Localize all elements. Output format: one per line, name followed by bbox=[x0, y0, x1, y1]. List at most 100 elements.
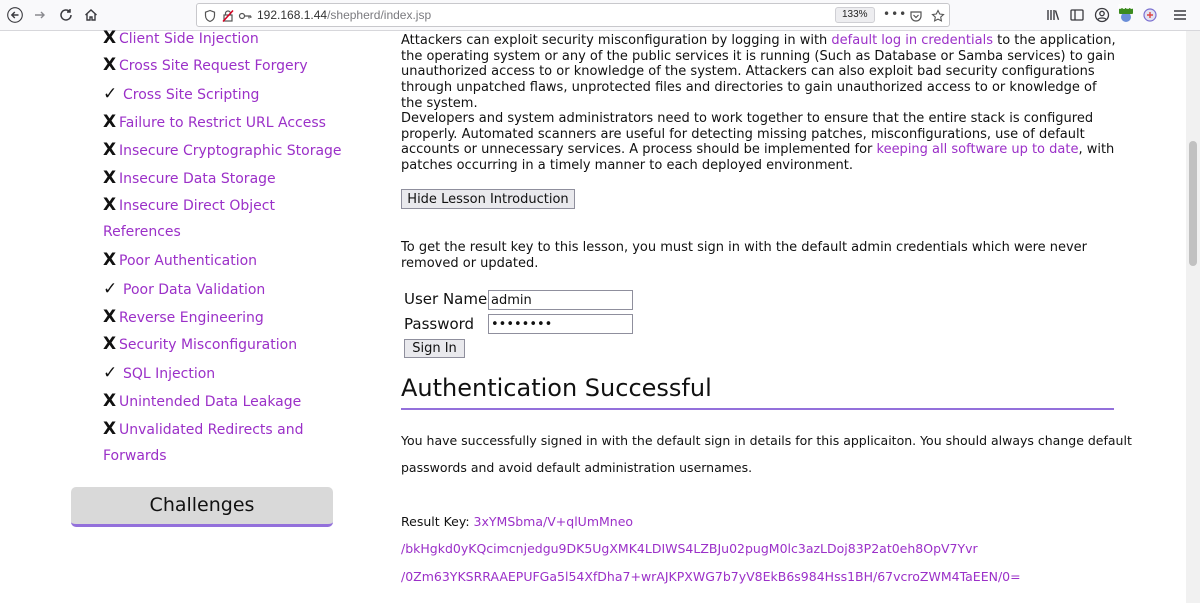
lesson-item-reverse-eng[interactable]: X Reverse Engineering bbox=[103, 304, 264, 332]
challenges-button[interactable]: Challenges bbox=[71, 487, 333, 527]
lesson-link-continued[interactable]: References bbox=[103, 224, 181, 240]
page-scrollbar[interactable] bbox=[1186, 31, 1200, 603]
lesson-item-sqli[interactable]: ✓ SQL Injection bbox=[103, 360, 215, 388]
task-instructions: To get the result key to this lesson, yo… bbox=[401, 240, 1088, 271]
proxy-extension-button[interactable]: 8080 bbox=[1114, 3, 1138, 27]
completed-check-icon: ✓ bbox=[103, 363, 118, 383]
extension-button[interactable] bbox=[1138, 3, 1162, 27]
lesson-item-redirects[interactable]: X Unvalidated Redirects and bbox=[103, 416, 304, 444]
failed-cross-icon: X bbox=[103, 55, 117, 75]
failed-cross-icon: X bbox=[103, 334, 117, 354]
zoom-indicator[interactable]: 133% bbox=[835, 7, 875, 23]
default-credentials-link[interactable]: default log in credentials bbox=[831, 33, 993, 48]
result-heading: Authentication Successful bbox=[401, 374, 1114, 410]
lesson-item-client-side-injection[interactable]: X Client Side Injection bbox=[103, 25, 259, 53]
failed-cross-icon: X bbox=[103, 250, 117, 270]
account-button[interactable] bbox=[1090, 3, 1114, 27]
lesson-intro-paragraph-1: Attackers can exploit security misconfig… bbox=[401, 33, 1116, 112]
url-path: /shepherd/index.jsp bbox=[327, 8, 432, 22]
lesson-item-redirects-cont[interactable]: Forwards bbox=[103, 443, 167, 470]
shield-icon[interactable] bbox=[203, 8, 217, 23]
result-key-value-line-2[interactable]: /bkHgkd0yKQcimcnjedgu9DK5UgXMK4LDIWS4LZB… bbox=[401, 541, 978, 556]
result-message-line-2: passwords and avoid default administrati… bbox=[401, 460, 753, 475]
completed-check-icon: ✓ bbox=[103, 84, 118, 104]
password-input[interactable] bbox=[488, 314, 633, 334]
url-host: 192.168.1.44 bbox=[257, 8, 328, 22]
intro-text: Attackers can exploit security misconfig… bbox=[401, 33, 832, 48]
library-button[interactable] bbox=[1041, 3, 1065, 27]
failed-cross-icon: X bbox=[103, 112, 117, 132]
forward-arrow-icon bbox=[35, 11, 45, 19]
bookmark-star-icon[interactable] bbox=[931, 8, 945, 22]
account-icon bbox=[1094, 7, 1110, 23]
lesson-link-continued[interactable]: Forwards bbox=[103, 448, 167, 464]
lesson-link[interactable]: Poor Data Validation bbox=[123, 282, 265, 298]
lesson-item-data-storage[interactable]: X Insecure Data Storage bbox=[103, 165, 276, 193]
home-button[interactable] bbox=[79, 3, 103, 27]
sign-in-button[interactable]: Sign In bbox=[404, 339, 465, 358]
reload-button[interactable] bbox=[54, 3, 78, 27]
hamburger-menu-icon bbox=[1174, 10, 1186, 20]
extension-icon bbox=[1143, 8, 1157, 22]
lesson-item-idor[interactable]: X Insecure Direct Object bbox=[103, 192, 275, 220]
lesson-link[interactable]: Security Misconfiguration bbox=[119, 337, 297, 353]
back-arrow-icon bbox=[7, 7, 23, 23]
lesson-link[interactable]: Client Side Injection bbox=[119, 31, 259, 47]
failed-cross-icon: X bbox=[103, 140, 117, 160]
failed-cross-icon: X bbox=[103, 419, 117, 439]
more-actions-icon[interactable]: ••• bbox=[883, 7, 906, 21]
sidebar-icon bbox=[1070, 9, 1084, 21]
result-key-value-line-3[interactable]: /0Zm63YKSRRAAEPUFGa5l54XfDha7+wrAJKPXWG7… bbox=[401, 569, 1021, 584]
lesson-link[interactable]: Cross Site Scripting bbox=[123, 87, 259, 103]
lesson-item-xss[interactable]: ✓ Cross Site Scripting bbox=[103, 81, 259, 109]
password-label: Password bbox=[404, 315, 475, 333]
lesson-item-data-validation[interactable]: ✓ Poor Data Validation bbox=[103, 276, 265, 304]
pocket-icon[interactable] bbox=[909, 8, 923, 22]
sidebar-toggle-button[interactable] bbox=[1065, 3, 1089, 27]
lesson-link[interactable]: SQL Injection bbox=[123, 366, 215, 382]
lesson-link[interactable]: Insecure Cryptographic Storage bbox=[119, 143, 342, 159]
completed-check-icon: ✓ bbox=[103, 279, 118, 299]
lesson-link[interactable]: Unvalidated Redirects and bbox=[119, 422, 304, 438]
lesson-item-url-access[interactable]: X Failure to Restrict URL Access bbox=[103, 109, 326, 137]
insecure-lock-icon[interactable] bbox=[221, 8, 235, 23]
proxy-port-badge: 8080 bbox=[1118, 4, 1134, 11]
result-key-value[interactable]: 3xYMSbma/V+qlUmMneo bbox=[474, 514, 634, 529]
failed-cross-icon: X bbox=[103, 195, 117, 215]
lesson-link[interactable]: Insecure Data Storage bbox=[119, 171, 276, 187]
lesson-item-idor-cont[interactable]: References bbox=[103, 219, 181, 246]
lesson-item-poor-auth[interactable]: X Poor Authentication bbox=[103, 247, 257, 275]
hide-lesson-intro-button[interactable]: Hide Lesson Introduction bbox=[401, 189, 575, 209]
scrollbar-thumb[interactable] bbox=[1189, 141, 1197, 266]
home-icon bbox=[85, 9, 97, 21]
lesson-link[interactable]: Reverse Engineering bbox=[119, 310, 264, 326]
lesson-link[interactable]: Poor Authentication bbox=[119, 253, 257, 269]
reload-icon bbox=[60, 9, 72, 21]
software-update-link[interactable]: keeping all software up to date bbox=[877, 142, 1079, 157]
username-label: User Name bbox=[404, 290, 488, 308]
result-key-label: Result Key: bbox=[401, 514, 474, 529]
result-key-row: Result Key: 3xYMSbma/V+qlUmMneo bbox=[401, 514, 633, 529]
lesson-link[interactable]: Cross Site Request Forgery bbox=[119, 58, 308, 74]
address-bar[interactable]: 192.168.1.44/shepherd/index.jsp 133% ••• bbox=[196, 3, 950, 27]
failed-cross-icon: X bbox=[103, 391, 117, 411]
forward-button[interactable] bbox=[28, 3, 52, 27]
lesson-intro-paragraph-2: Developers and system administrators nee… bbox=[401, 111, 1116, 174]
key-icon[interactable] bbox=[238, 8, 252, 22]
url-text[interactable]: 192.168.1.44/shepherd/index.jsp bbox=[257, 8, 431, 22]
lesson-link[interactable]: Insecure Direct Object bbox=[119, 198, 275, 214]
result-message-line-1: You have successfully signed in with the… bbox=[401, 433, 1132, 448]
lesson-item-crypto-storage[interactable]: X Insecure Cryptographic Storage bbox=[103, 137, 342, 165]
username-input[interactable] bbox=[488, 290, 633, 310]
library-icon bbox=[1047, 10, 1060, 21]
lesson-link[interactable]: Unintended Data Leakage bbox=[119, 394, 301, 410]
failed-cross-icon: X bbox=[103, 307, 117, 327]
failed-cross-icon: X bbox=[103, 168, 117, 188]
menu-button[interactable] bbox=[1168, 3, 1192, 27]
lesson-item-csrf[interactable]: X Cross Site Request Forgery bbox=[103, 52, 308, 80]
lesson-item-sec-misconfig[interactable]: X Security Misconfiguration bbox=[103, 331, 297, 359]
failed-cross-icon: X bbox=[103, 28, 117, 48]
back-button[interactable] bbox=[3, 3, 27, 27]
lesson-link[interactable]: Failure to Restrict URL Access bbox=[119, 115, 326, 131]
lesson-item-data-leakage[interactable]: X Unintended Data Leakage bbox=[103, 388, 301, 416]
